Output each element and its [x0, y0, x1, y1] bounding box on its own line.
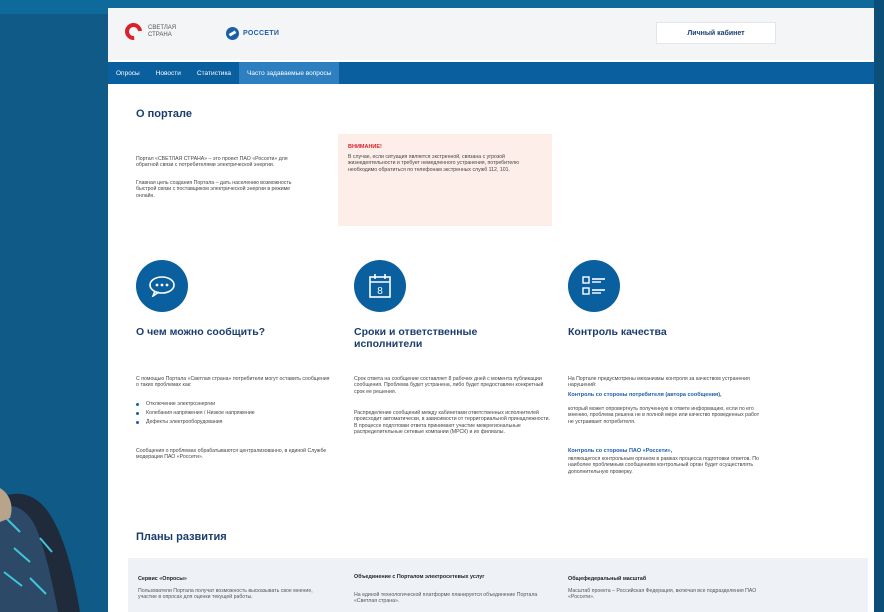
background-right — [874, 0, 884, 612]
quality-intro: На Портале предусмотрены механизмы контр… — [568, 376, 750, 389]
warning-title: ВНИМАНИЕ! — [348, 144, 382, 150]
feature-title-quality: Контроль качества — [568, 326, 667, 338]
report-intro: С помощью Портала «Светлая страна» потре… — [136, 376, 330, 389]
nav-item-faq[interactable]: Часто задаваемые вопросы — [239, 62, 340, 84]
development-plans-title: Планы развития — [136, 531, 227, 543]
warning-text: В случае, если ситуация является экстрен… — [348, 154, 519, 173]
rosseti-globe-icon — [226, 27, 239, 40]
plan-title-federal: Общефедеральный масштаб — [568, 576, 647, 582]
quality-rosseti-control-text: являющегося контрольным органом в рамках… — [568, 456, 759, 475]
quality-rosseti-control-heading: Контроль со стороны ПАО «Россети», — [568, 448, 673, 454]
personal-cabinet-button[interactable]: Личный кабинет — [656, 22, 776, 44]
report-bullet-list: Отключение электроэнергии Колебания напр… — [136, 400, 255, 427]
list-item: Отключение электроэнергии — [136, 400, 255, 409]
checklist-icon — [568, 260, 620, 312]
quality-consumer-control-heading: Контроль со стороны потребителя (автора … — [568, 392, 722, 398]
list-item: Колебания напряжения / Низкое напряжение — [136, 409, 255, 418]
nav-item-statistics[interactable]: Статистика — [189, 62, 239, 84]
person-photo — [0, 488, 80, 612]
feature-title-deadlines: Сроки и ответственные исполнители — [354, 326, 478, 350]
about-portal-title: О портале — [136, 108, 193, 120]
main-nav: Опросы Новости Статистика Часто задаваем… — [108, 62, 874, 84]
ring-logo-icon — [121, 19, 146, 44]
calendar-icon: 8 — [354, 260, 406, 312]
report-outro: Сообщения о проблемах обрабатываются цен… — [136, 448, 327, 461]
logo2-text: РОССЕТИ — [243, 30, 280, 37]
svetlaya-strana-logo[interactable]: СВЕТЛАЯ СТРАНА — [121, 19, 178, 44]
feature-title-report: О чем можно сообщить? — [136, 326, 266, 338]
deadlines-paragraph-1: Срок ответа на сообщение составляет 8 ра… — [354, 376, 544, 395]
rosseti-logo[interactable]: РОССЕТИ — [226, 27, 279, 40]
plan-text-merge: На единой технологической платформе план… — [354, 592, 538, 605]
logo1-text: СВЕТЛАЯ СТРАНА — [148, 24, 177, 38]
site-header: СВЕТЛАЯ СТРАНА РОССЕТИ Личный кабинет — [108, 8, 874, 60]
about-portal-paragraph-2: Главная цель создания Портала – дать нас… — [136, 180, 292, 199]
about-portal-paragraph-1: Портал «СВЕТЛАЯ СТРАНА» – это проект ПАО… — [136, 156, 288, 169]
plan-title-surveys: Сервис «Опросы» — [138, 576, 187, 582]
deadlines-paragraph-2: Распределение сообщений между кабинетами… — [354, 410, 550, 436]
quality-consumer-control-text: который может опровергнуть полученную в … — [568, 406, 760, 425]
nav-item-surveys[interactable]: Опросы — [108, 62, 148, 84]
svg-text:8: 8 — [377, 286, 383, 297]
plan-text-surveys: Пользователи Портала получат возможность… — [138, 588, 313, 601]
plan-title-merge: Объединение с Порталом электросетевых ус… — [354, 574, 485, 580]
list-item: Дефекты электрооборудования — [136, 418, 255, 427]
warning-box: ВНИМАНИЕ! В случае, если ситуация являет… — [338, 134, 552, 226]
chat-bubble-icon — [136, 260, 188, 312]
nav-item-news[interactable]: Новости — [148, 62, 189, 84]
portal-page: СВЕТЛАЯ СТРАНА РОССЕТИ Личный кабинет Оп… — [108, 8, 874, 612]
plan-text-federal: Масштаб проекта – Российская Федерация, … — [568, 588, 757, 601]
